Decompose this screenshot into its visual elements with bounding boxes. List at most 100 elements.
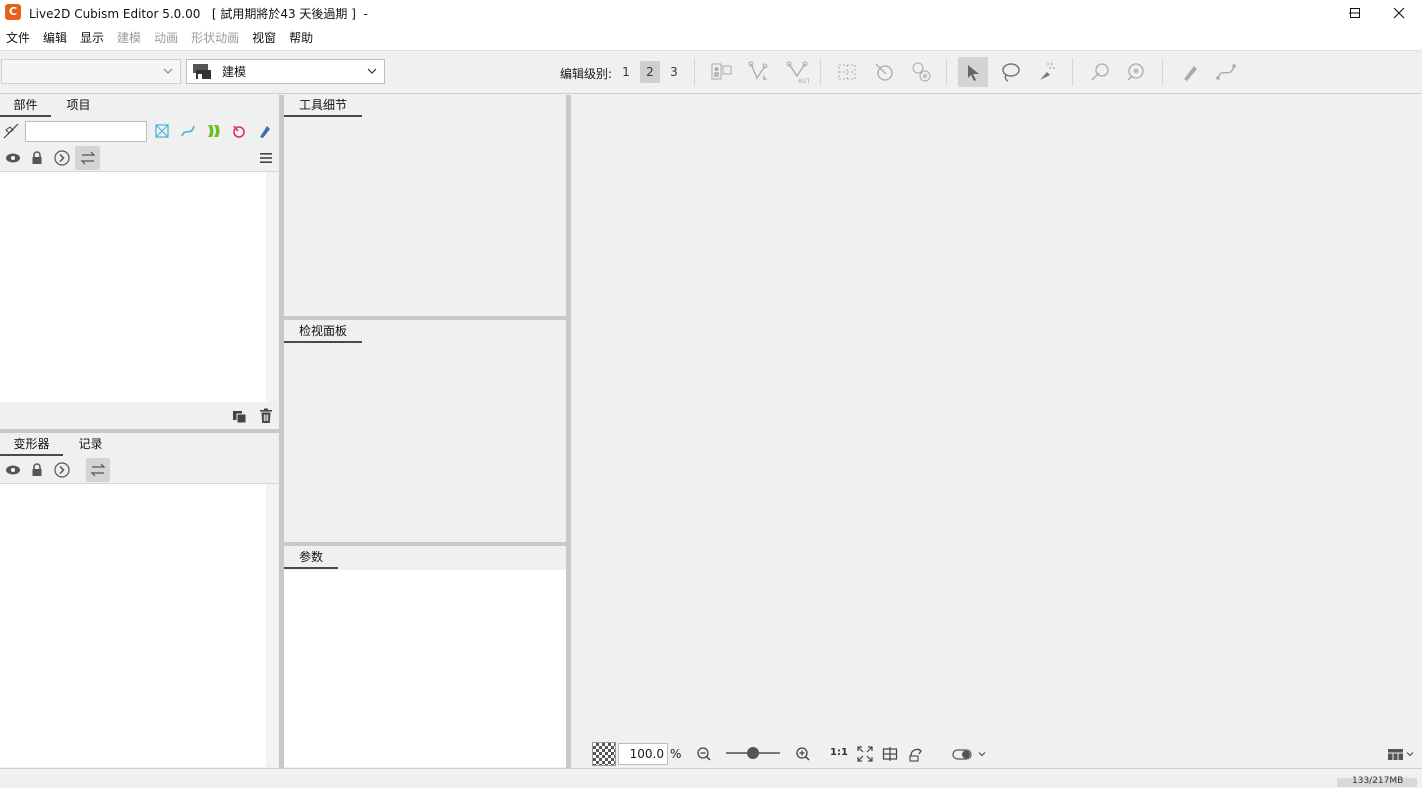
expand-toggle-button[interactable]: [52, 148, 72, 168]
menu-file[interactable]: 文件: [1, 26, 35, 50]
lasso-select-button[interactable]: [995, 57, 1025, 87]
close-button[interactable]: [1377, 0, 1421, 26]
svg-text:AUTO: AUTO: [798, 78, 809, 84]
fit-to-view-button[interactable]: [855, 744, 875, 764]
glue-icon: [875, 63, 893, 81]
tab-parts[interactable]: 部件: [0, 95, 51, 117]
pen-button[interactable]: [1175, 57, 1205, 87]
glue-auto-icon: [912, 62, 931, 82]
lasso-select-icon: [1002, 63, 1020, 82]
eye-icon: [6, 465, 20, 475]
visibility-toggle-button[interactable]: [3, 148, 23, 168]
deformer-grid-button[interactable]: [832, 57, 862, 87]
reset-view-button[interactable]: [906, 744, 926, 764]
delete-part-button[interactable]: [256, 406, 276, 426]
copy-icon: [233, 411, 247, 424]
zoom-slider-thumb[interactable]: [747, 747, 759, 759]
edit-level-3-button[interactable]: 3: [664, 61, 684, 83]
rotation-deformer-button[interactable]: [1085, 57, 1115, 87]
maximize-button[interactable]: [1333, 0, 1377, 26]
tab-tool-details[interactable]: 工具细节: [284, 95, 362, 117]
auto-mesh-button[interactable]: AUTO: [782, 57, 812, 87]
memory-usage-text: 133/217MB: [1352, 776, 1404, 786]
trash-icon: [260, 408, 272, 423]
chevron-down-icon: [367, 68, 377, 74]
app-logo-icon: C: [5, 4, 21, 20]
zoom-out-button[interactable]: [694, 744, 714, 764]
actual-size-button[interactable]: 1:1: [830, 747, 848, 758]
edit-level-1-button[interactable]: 1: [616, 61, 636, 83]
filter-clear-icon: [3, 123, 19, 139]
menu-bar: 文件 编辑 显示 建模 动画 形状动画 视窗 帮助: [0, 26, 1422, 50]
glue-filter-button[interactable]: [203, 121, 223, 141]
tab-deformer[interactable]: 变形器: [0, 434, 63, 456]
texture-atlas-icon: [711, 63, 732, 80]
model-canvas[interactable]: [571, 95, 1422, 768]
parts-search-input[interactable]: [25, 121, 147, 142]
curve-button[interactable]: [1211, 57, 1241, 87]
tab-history[interactable]: 记录: [68, 434, 113, 456]
brush-select-button[interactable]: [1032, 57, 1062, 87]
panel-menu-button[interactable]: [256, 148, 276, 168]
tool-details-panel: [284, 95, 566, 316]
background-toggle-button[interactable]: [592, 742, 616, 766]
menu-view[interactable]: 显示: [75, 26, 109, 50]
deformer-swap-toggle-button[interactable]: [86, 458, 110, 482]
brush-select-icon: [1040, 63, 1056, 80]
tab-items[interactable]: 项目: [56, 95, 101, 117]
fit-screen-icon: [857, 746, 873, 762]
curve-icon: [1216, 64, 1236, 80]
grid-icon: [882, 747, 898, 761]
mesh-edit-button[interactable]: [744, 57, 774, 87]
art-mesh-filter-button[interactable]: [152, 121, 172, 141]
deformer-expand-toggle-button[interactable]: [52, 460, 72, 480]
zoom-in-button[interactable]: [793, 744, 813, 764]
toolbar-separator: [694, 58, 695, 86]
inspector-panel: [284, 320, 566, 542]
menu-edit[interactable]: 编辑: [38, 26, 72, 50]
rotation-deformer-filter-button[interactable]: [229, 121, 249, 141]
swap-toggle-button[interactable]: [75, 146, 100, 170]
pen-icon: [1184, 66, 1197, 81]
deformer-lock-toggle-button[interactable]: [27, 460, 47, 480]
zoom-in-icon: [796, 747, 810, 761]
display-mode-dropdown[interactable]: [951, 744, 987, 764]
zoom-input[interactable]: 100.0: [618, 743, 668, 765]
glue-auto-button[interactable]: [906, 57, 936, 87]
parameters-list[interactable]: [284, 570, 566, 767]
model-select[interactable]: [1, 59, 181, 84]
texture-atlas-button[interactable]: [707, 57, 737, 87]
menu-animation[interactable]: 动画: [149, 26, 183, 50]
swap-arrows-icon: [80, 151, 95, 165]
copy-part-button[interactable]: [230, 406, 250, 426]
chevron-down-icon: [163, 68, 173, 74]
deformer-visibility-toggle-button[interactable]: [3, 460, 23, 480]
deformer-tree-scrollbar[interactable]: [266, 484, 278, 767]
menu-help[interactable]: 帮助: [284, 26, 318, 50]
glue-button[interactable]: [869, 57, 899, 87]
tab-parameters[interactable]: 参数: [284, 547, 338, 569]
menu-window[interactable]: 视窗: [247, 26, 281, 50]
workspace-select-value: 建模: [222, 65, 247, 79]
modeling-workspace-icon: [193, 63, 211, 79]
menu-form-animation[interactable]: 形状动画: [186, 26, 244, 50]
parts-tree[interactable]: [0, 171, 278, 402]
deformer-grid-icon: [838, 64, 856, 80]
menu-modeling[interactable]: 建模: [112, 26, 146, 50]
warp-deformer-filter-button[interactable]: [178, 121, 198, 141]
tab-inspector[interactable]: 检视面板: [284, 321, 362, 343]
layout-dropdown[interactable]: [1386, 744, 1416, 764]
edit-level-label: 编辑级别:: [560, 67, 613, 81]
warp-deformer-button[interactable]: [1121, 57, 1151, 87]
parts-tree-scrollbar[interactable]: [266, 172, 278, 402]
deformer-tree[interactable]: [0, 483, 278, 767]
arrow-select-button[interactable]: [958, 57, 988, 87]
grid-toggle-button[interactable]: [880, 744, 900, 764]
filter-toggle-button[interactable]: [1, 121, 21, 141]
workspace-select[interactable]: 建模: [186, 59, 385, 84]
lock-toggle-button[interactable]: [27, 148, 47, 168]
toolbar-separator: [1072, 58, 1073, 86]
edit-level-2-button[interactable]: 2: [640, 61, 660, 83]
pen-filter-button[interactable]: [255, 121, 275, 141]
art-mesh-filter-icon: [155, 124, 169, 138]
